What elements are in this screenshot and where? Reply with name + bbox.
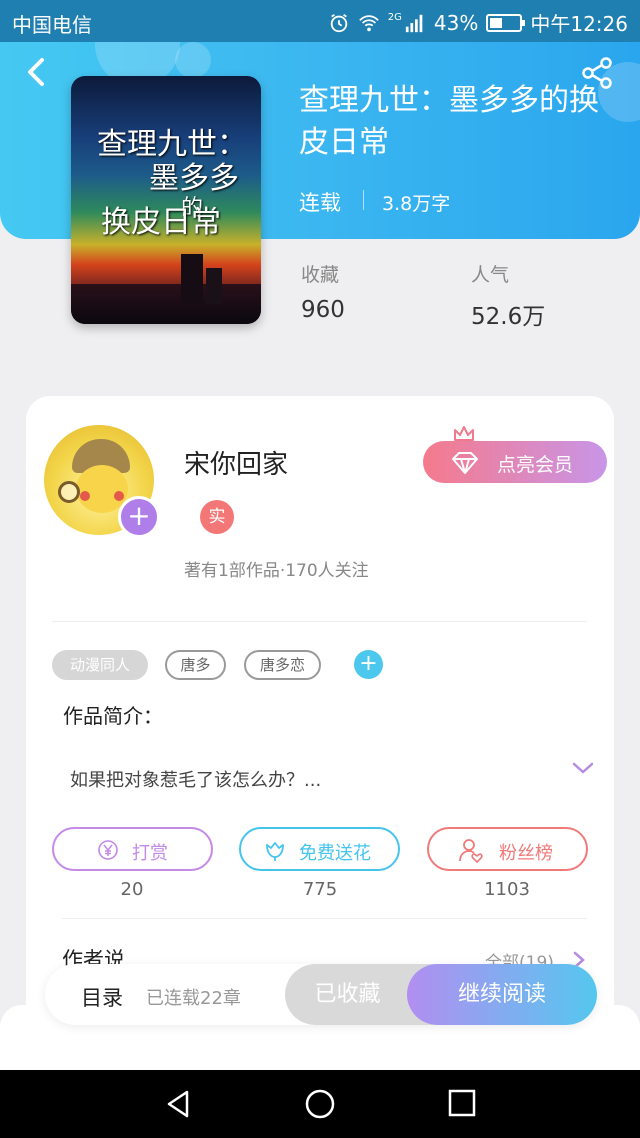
- cover-title-line: 换皮日常: [101, 205, 221, 240]
- fan-ranking-button[interactable]: 粉丝榜: [427, 827, 588, 871]
- word-count: 3.8万字: [382, 193, 451, 215]
- intro-title: 作品简介：: [63, 704, 163, 728]
- flower-count: 775: [302, 879, 338, 900]
- battery-icon: [486, 13, 526, 32]
- cover-title-line: 查理九世：: [97, 127, 247, 162]
- flower-button[interactable]: 免费送花: [239, 827, 400, 871]
- alarm-icon: [330, 13, 348, 32]
- tip-count: 20: [120, 879, 144, 900]
- chapter-count: 已连载22章: [146, 988, 241, 1009]
- home-circle-icon[interactable]: [304, 1088, 336, 1120]
- vip-button-label: 点亮会员: [497, 454, 574, 476]
- fan-ranking-count: 1103: [484, 879, 530, 900]
- tip-label: 打赏: [132, 843, 168, 864]
- back-triangle-icon[interactable]: [163, 1088, 193, 1120]
- status-bar: 中国电信 2G 43% 中午12:26: [0, 0, 640, 42]
- author-name[interactable]: 宋你回家: [184, 444, 288, 481]
- wifi-icon: [358, 14, 379, 31]
- battery-percent: 43%: [433, 10, 479, 35]
- continue-reading-button[interactable]: 继续阅读: [407, 964, 597, 1025]
- tag[interactable]: 唐多: [165, 650, 226, 680]
- book-title: 查理九世：墨多多的换皮日常: [299, 83, 599, 160]
- toc-button[interactable]: 目录: [81, 982, 123, 1012]
- diamond-icon: [452, 452, 478, 474]
- clock: 中午12:26: [530, 12, 628, 36]
- chevron-down-icon[interactable]: [571, 760, 595, 776]
- back-icon[interactable]: [22, 54, 52, 90]
- carrier-label: 中国电信: [12, 13, 92, 37]
- collect-label: 收藏: [301, 264, 340, 286]
- author-meta: 著有1部作品·170人关注: [184, 561, 369, 581]
- status-icons: 2G 43% 中午12:26: [328, 8, 628, 37]
- flower-label: 免费送花: [299, 843, 371, 864]
- popularity-count: 52.6万: [471, 304, 546, 330]
- tag[interactable]: 唐多恋: [244, 650, 321, 680]
- book-cover[interactable]: 查理九世： 墨多多 的 换皮日常: [71, 76, 261, 324]
- collect-count: 960: [301, 297, 345, 323]
- signal-icon: [405, 14, 423, 32]
- popularity-label: 人气: [471, 264, 510, 286]
- tip-button[interactable]: 打赏: [52, 827, 213, 871]
- divider: [363, 190, 364, 210]
- flower-icon: [266, 842, 284, 861]
- fan-heart-icon: [459, 839, 483, 864]
- verified-badge: 实: [200, 500, 234, 534]
- yen-coin-icon: [98, 840, 118, 860]
- add-tag-button[interactable]: +: [354, 650, 383, 679]
- cover-title-line: 墨多多: [149, 161, 239, 196]
- serial-status: 连载: [299, 191, 341, 215]
- tag[interactable]: 动漫同人: [52, 650, 148, 680]
- divider: [62, 918, 587, 919]
- network-type: 2G: [387, 12, 402, 23]
- divider: [52, 621, 587, 622]
- follow-author-button[interactable]: +: [118, 496, 160, 538]
- recents-square-icon[interactable]: [448, 1089, 476, 1117]
- system-nav-bar: [0, 1070, 640, 1138]
- intro-text: 如果把对象惹毛了该怎么办？...: [70, 770, 322, 791]
- fan-ranking-label: 粉丝榜: [499, 843, 553, 864]
